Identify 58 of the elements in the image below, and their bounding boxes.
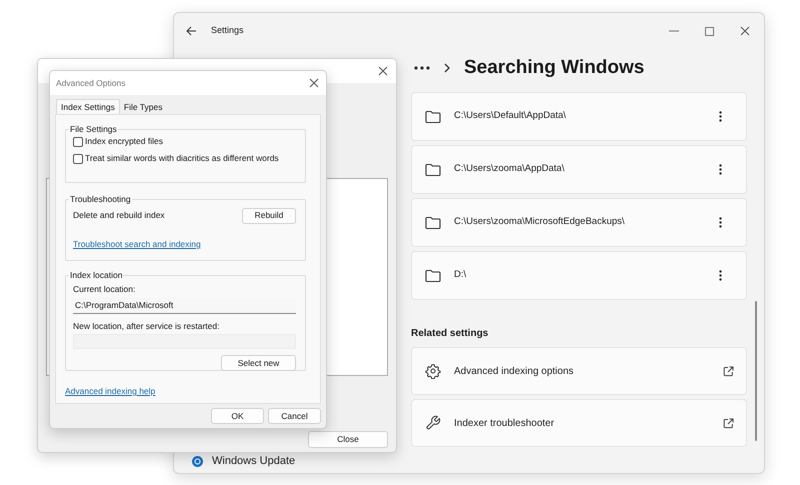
page-heading: Searching Windows xyxy=(464,56,644,80)
more-options-icon[interactable] xyxy=(719,270,722,281)
folder-row[interactable]: D:\ xyxy=(411,251,747,300)
folder-row[interactable]: C:\Users\zooma\MicrosoftEdgeBackups\ xyxy=(411,198,747,247)
checkbox[interactable] xyxy=(73,154,83,164)
sidebar-item[interactable]: Windows Update xyxy=(192,454,296,468)
minimize-icon[interactable] xyxy=(669,30,679,32)
more-options-icon[interactable] xyxy=(719,217,722,228)
field-label: Current location: xyxy=(73,282,136,296)
help-link[interactable]: Advanced indexing help xyxy=(65,385,156,398)
related-setting-link[interactable]: Advanced indexing options xyxy=(411,347,747,395)
rebuild-label: Delete and rebuild index xyxy=(73,209,165,222)
open-external-icon xyxy=(723,418,734,428)
field-label: New location, after service is restarted: xyxy=(73,320,220,332)
folder-path: C:\Users\zooma\MicrosoftEdgeBackups\ xyxy=(454,215,625,230)
folder-row[interactable]: C:\Users\zooma\AppData\ xyxy=(411,145,747,194)
select-new-button[interactable]: Select new xyxy=(221,355,296,372)
group-label: Index location xyxy=(69,269,124,282)
close-button[interactable]: Close xyxy=(308,431,388,448)
more-options-icon[interactable] xyxy=(719,111,722,122)
wrench-icon xyxy=(425,415,441,431)
checkbox[interactable] xyxy=(73,136,83,147)
maximize-icon[interactable] xyxy=(705,26,714,36)
folder-icon xyxy=(425,110,441,123)
dialog-title: Advanced Options xyxy=(56,76,126,90)
open-external-icon xyxy=(723,366,734,376)
checkbox-option[interactable]: Index encrypted files xyxy=(73,136,298,148)
folder-path: D:\ xyxy=(454,268,466,282)
close-icon[interactable] xyxy=(309,78,319,88)
folder-icon xyxy=(425,163,441,176)
checkbox-option[interactable]: Treat similar words with diacritics as different words xyxy=(73,152,298,165)
dialog-button[interactable]: OK xyxy=(211,408,264,424)
folder-path: C:\Users\Default\AppData\ xyxy=(454,109,566,124)
more-icon[interactable] xyxy=(414,66,430,70)
folder-icon xyxy=(425,216,441,229)
troubleshoot-link[interactable]: Troubleshoot search and indexing xyxy=(73,238,298,250)
checkbox-label: Treat similar words with diacritics as different words xyxy=(85,152,279,166)
close-icon[interactable] xyxy=(740,26,750,36)
gear-icon xyxy=(425,363,441,379)
tab[interactable]: File Types xyxy=(120,101,166,114)
folder-row[interactable]: C:\Users\Default\AppData\ xyxy=(411,92,747,141)
checkbox-label: Index encrypted files xyxy=(85,135,163,148)
more-options-icon[interactable] xyxy=(719,164,722,175)
scrollbar[interactable] xyxy=(754,301,756,441)
close-icon[interactable] xyxy=(378,66,388,76)
update-icon xyxy=(192,456,203,466)
folder-path: C:\Users\zooma\AppData\ xyxy=(454,162,564,176)
window-title: Settings xyxy=(211,24,244,38)
rebuild-button[interactable]: Rebuild xyxy=(242,208,296,224)
chevron-right-icon xyxy=(444,63,450,73)
folder-icon xyxy=(425,269,441,282)
group-label: Troubleshooting xyxy=(69,193,132,206)
tab[interactable]: Index Settings xyxy=(56,99,120,114)
related-setting-link[interactable]: Indexer troubleshooter xyxy=(411,399,747,447)
section-heading: Related settings xyxy=(411,327,490,340)
group-label: File Settings xyxy=(69,123,118,136)
back-arrow-icon[interactable] xyxy=(186,26,197,36)
dialog-button[interactable]: Cancel xyxy=(268,408,321,424)
